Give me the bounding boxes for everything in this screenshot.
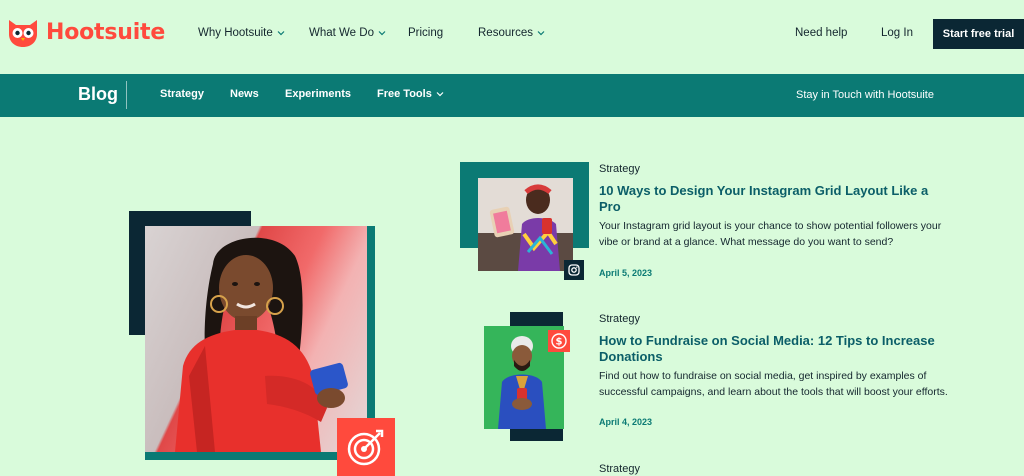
article-2-category[interactable]: Strategy bbox=[599, 313, 640, 325]
chevron-down-icon bbox=[537, 31, 545, 36]
blog-link-label: Strategy bbox=[160, 88, 205, 100]
nav-label: What We Do bbox=[309, 27, 374, 39]
svg-text:$: $ bbox=[556, 337, 563, 348]
article-3-category[interactable]: Strategy bbox=[599, 463, 640, 475]
login-link[interactable]: Log In bbox=[881, 27, 913, 39]
login-label: Log In bbox=[881, 27, 913, 39]
blog-link-strategy[interactable]: Strategy bbox=[160, 88, 204, 100]
owl-logo-icon bbox=[9, 20, 37, 47]
article-1-category[interactable]: Strategy bbox=[599, 163, 640, 175]
blog-navigation: Blog Strategy News Experiments Free Tool… bbox=[0, 74, 1024, 117]
nav-why-hootsuite[interactable]: Why Hootsuite bbox=[198, 27, 285, 39]
nav-what-we-do[interactable]: What We Do bbox=[309, 27, 386, 39]
blog-link-free-tools[interactable]: Free Tools bbox=[377, 88, 444, 100]
chevron-down-icon bbox=[378, 31, 386, 36]
stay-in-touch-link[interactable]: Stay in Touch with Hootsuite bbox=[796, 89, 934, 101]
instagram-creator-illustration bbox=[478, 178, 573, 271]
target-icon bbox=[347, 429, 384, 466]
target-badge[interactable] bbox=[337, 418, 395, 476]
article-2-title[interactable]: How to Fundraise on Social Media: 12 Tip… bbox=[599, 333, 951, 365]
nav-label: Pricing bbox=[408, 27, 444, 39]
need-help-link[interactable]: Need help bbox=[795, 27, 847, 39]
blog-divider bbox=[126, 81, 127, 109]
hero-image[interactable] bbox=[145, 226, 367, 452]
top-navigation: Hootsuite Why Hootsuite What We Do Prici… bbox=[0, 0, 1024, 74]
start-free-trial-button[interactable]: Start free trial bbox=[933, 19, 1024, 49]
blog-link-label: News bbox=[230, 88, 259, 100]
woman-with-phone-illustration bbox=[175, 237, 348, 452]
nav-resources[interactable]: Resources bbox=[478, 27, 545, 39]
blog-link-news[interactable]: News bbox=[230, 88, 259, 100]
article-1-date: April 5, 2023 bbox=[599, 268, 653, 278]
instagram-badge bbox=[564, 260, 584, 280]
hootsuite-logo[interactable]: Hootsuite bbox=[6, 16, 165, 48]
nav-label: Resources bbox=[478, 27, 533, 39]
instagram-icon bbox=[568, 264, 580, 276]
article-2-excerpt: Find out how to fundraise on social medi… bbox=[599, 370, 948, 398]
blog-link-experiments[interactable]: Experiments bbox=[285, 88, 351, 100]
need-help-label: Need help bbox=[795, 27, 848, 39]
dollar-icon: $ bbox=[551, 333, 567, 349]
blog-link-label: Free Tools bbox=[377, 88, 432, 100]
dollar-badge: $ bbox=[548, 330, 570, 352]
blog-link-label: Experiments bbox=[285, 88, 352, 100]
article-2-date: April 4, 2023 bbox=[599, 417, 653, 427]
article-1-thumbnail[interactable] bbox=[478, 178, 573, 271]
article-1-title[interactable]: 10 Ways to Design Your Instagram Grid La… bbox=[599, 183, 951, 215]
brand-name: Hootsuite bbox=[46, 19, 166, 45]
article-1-excerpt: Your Instagram grid layout is your chanc… bbox=[599, 220, 942, 248]
chevron-down-icon bbox=[277, 31, 285, 36]
blog-title[interactable]: Blog bbox=[78, 84, 118, 105]
nav-pricing[interactable]: Pricing bbox=[408, 27, 443, 39]
nav-label: Why Hootsuite bbox=[198, 27, 273, 39]
chevron-down-icon bbox=[436, 92, 444, 97]
